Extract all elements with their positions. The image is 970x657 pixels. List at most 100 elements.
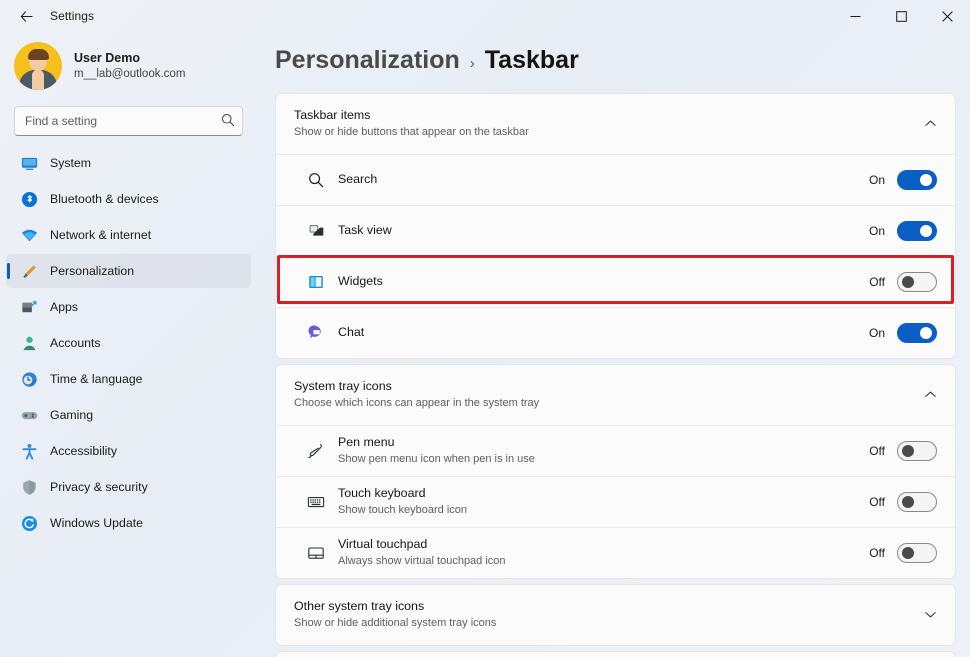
close-button[interactable] [924,0,970,32]
maximize-icon [895,10,907,22]
bluetooth-icon [20,190,38,208]
search-icon [306,170,326,190]
setting-label: Widgets [338,274,383,289]
toggle-state-label: On [868,172,885,187]
sidebar-item-windows-update[interactable]: Windows Update [6,506,251,540]
keyboard-icon [306,492,326,512]
setting-label: Touch keyboard [338,486,426,501]
toggle-virtual-touchpad[interactable] [897,542,937,563]
section-taskbar-items: Taskbar items Show or hide buttons that … [275,93,956,359]
section-header-system-tray-icons[interactable]: System tray icons Choose which icons can… [276,365,955,425]
toggle-chat[interactable] [897,322,937,343]
sidebar-item-personalization[interactable]: Personalization [6,254,251,288]
sidebar-item-label: Accessibility [50,444,117,458]
toggle-state-label: Off [869,545,885,560]
clock-globe-icon [20,370,38,388]
toggle-state-label: On [868,325,885,340]
sidebar-item-label: Apps [50,300,79,314]
sidebar-item-accounts[interactable]: Accounts [6,326,251,360]
section-system-tray-icons: System tray icons Choose which icons can… [275,363,956,579]
apps-icon [20,298,38,316]
breadcrumb-separator: › [469,55,475,72]
chevron-up-icon[interactable] [924,117,937,130]
chevron-up-icon[interactable] [924,388,937,401]
setting-row-pen-menu[interactable]: Pen menu Show pen menu icon when pen is … [276,426,955,476]
sidebar-item-privacy-security[interactable]: Privacy & security [6,470,251,504]
pen-icon [306,441,326,461]
setting-row-task-view[interactable]: Task view On [276,206,955,256]
search-input[interactable] [14,106,243,136]
minimize-icon [850,15,860,17]
sidebar-nav: System Bluetooth & devices Network & int… [0,146,257,542]
sidebar-item-label: Personalization [50,264,135,278]
minimize-button[interactable] [832,0,878,32]
toggle-touch-keyboard[interactable] [897,491,937,512]
section-header-taskbar-items[interactable]: Taskbar items Show or hide buttons that … [276,94,955,154]
section-taskbar-behaviors: Taskbar behaviors [275,650,956,657]
chevron-down-icon[interactable] [924,608,937,621]
setting-row-widgets[interactable]: Widgets Off [276,257,955,307]
setting-sublabel: Show touch keyboard icon [338,503,468,516]
setting-label: Chat [338,325,365,340]
sidebar-item-apps[interactable]: Apps [6,290,251,324]
profile-email: m__lab@outlook.com [74,67,186,80]
paintbrush-icon [20,262,38,280]
toggle-pen-menu[interactable] [897,440,937,461]
sidebar-item-time-language[interactable]: Time & language [6,362,251,396]
section-title: Taskbar items [294,108,371,122]
section-subtitle: Choose which icons can appear in the sys… [294,396,540,409]
sidebar: User Demo m__lab@outlook.com Find a sett… [0,32,265,657]
user-profile[interactable]: User Demo m__lab@outlook.com [0,32,257,100]
setting-row-touch-keyboard[interactable]: Touch keyboard Show touch keyboard icon … [276,477,955,527]
search-container [14,106,243,136]
section-header-taskbar-behaviors[interactable]: Taskbar behaviors [276,652,955,657]
setting-label: Virtual touchpad [338,537,428,552]
sidebar-item-label: Privacy & security [50,480,148,494]
back-arrow-icon [20,10,33,22]
toggle-group: On [865,220,937,241]
toggle-task-view[interactable] [897,220,937,241]
setting-label: Pen menu [338,435,395,450]
touchpad-icon [306,543,326,563]
breadcrumb: Personalization › Taskbar [275,32,956,93]
person-icon [20,334,38,352]
toggle-group: Off [865,440,937,461]
breadcrumb-parent[interactable]: Personalization [275,46,460,75]
setting-sublabel: Show pen menu icon when pen is in use [338,452,535,465]
window-controls [832,0,970,32]
toggle-state-label: Off [869,274,885,289]
back-button[interactable] [10,2,42,30]
toggle-group: Off [865,271,937,292]
maximize-button[interactable] [878,0,924,32]
setting-row-search[interactable]: Search On [276,155,955,205]
toggle-state-label: On [868,223,885,238]
section-title: System tray icons [294,378,392,393]
profile-name: User Demo [74,50,140,65]
toggle-group: Off [865,491,937,512]
setting-row-chat[interactable]: Chat On [276,308,955,358]
sidebar-item-label: Gaming [50,408,94,422]
sidebar-item-gaming[interactable]: Gaming [6,398,251,432]
section-header-other-system-tray-icons[interactable]: Other system tray icons Show or hide add… [276,585,955,645]
shield-icon [20,478,38,496]
title-bar: Settings [0,0,970,32]
toggle-widgets[interactable] [897,271,937,292]
gamepad-icon [20,406,38,424]
page-title: Taskbar [484,46,579,74]
sidebar-item-accessibility[interactable]: Accessibility [6,434,251,468]
toggle-search[interactable] [897,169,937,190]
widgets-icon [306,272,326,292]
sidebar-item-bluetooth-devices[interactable]: Bluetooth & devices [6,182,251,216]
sidebar-item-network-internet[interactable]: Network & internet [6,218,251,252]
close-icon [941,10,953,22]
toggle-group: On [865,169,937,190]
wifi-icon [20,226,38,244]
toggle-state-label: Off [869,494,885,509]
refresh-icon [20,514,38,532]
main-content: Personalization › Taskbar Taskbar items … [265,32,970,657]
setting-row-virtual-touchpad[interactable]: Virtual touchpad Always show virtual tou… [276,528,955,578]
section-title: Other system tray icons [294,598,425,613]
section-subtitle: Show or hide additional system tray icon… [294,616,497,629]
window-title: Settings [50,9,95,23]
sidebar-item-system[interactable]: System [6,146,251,180]
